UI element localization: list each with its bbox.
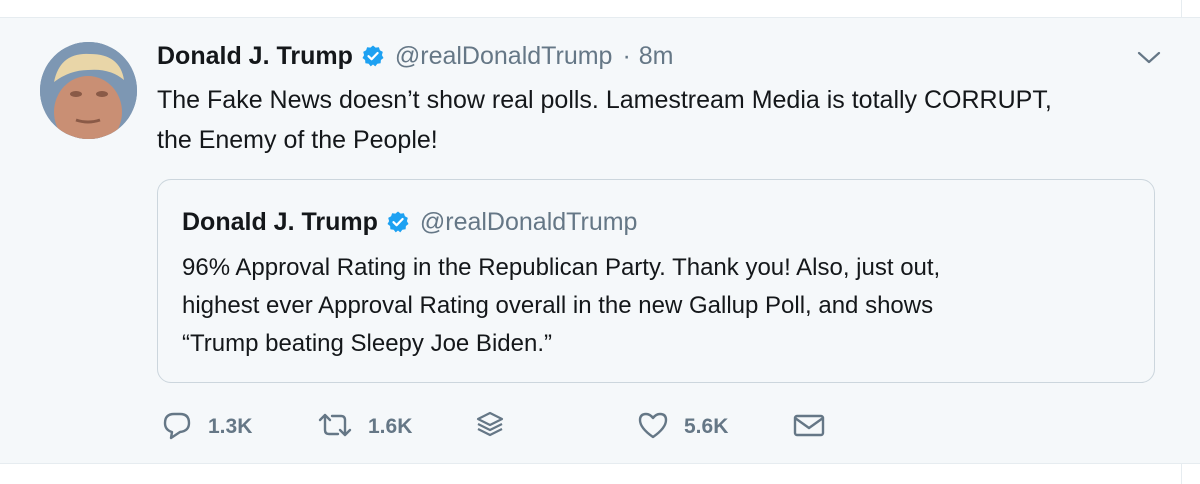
- quoted-tweet-text: 96% Approval Rating in the Republican Pa…: [182, 249, 1132, 363]
- previous-tweet-edge: [0, 0, 1200, 18]
- quoted-tweet-header: Donald J. Trump @realDonaldTrump: [182, 204, 637, 240]
- tweet-text: The Fake News doesn’t show real polls. L…: [157, 80, 1157, 160]
- quoted-author-handle: @realDonaldTrump: [419, 207, 638, 236]
- tweet-header: Donald J. Trump @realDonaldTrump · 8m: [157, 39, 674, 73]
- tweet-card[interactable]: Donald J. Trump @realDonaldTrump · 8m Th…: [0, 19, 1200, 463]
- stack-icon: [474, 408, 506, 447]
- separator-dot: ·: [622, 41, 631, 70]
- timestamp[interactable]: 8m: [639, 42, 674, 71]
- retweet-button[interactable]: 1.6K: [316, 407, 412, 447]
- verified-badge-icon: [361, 44, 385, 68]
- heart-icon: [636, 408, 670, 447]
- direct-message-button[interactable]: [792, 407, 826, 447]
- retweet-count: 1.6K: [368, 415, 413, 438]
- quoted-text-line: highest ever Approval Rating overall in …: [182, 292, 934, 319]
- next-tweet-edge: [0, 463, 1200, 484]
- retweet-icon: [316, 408, 354, 447]
- verified-badge-icon: [386, 210, 410, 234]
- reply-button[interactable]: 1.3K: [160, 407, 252, 447]
- quoted-tweet[interactable]: Donald J. Trump @realDonaldTrump 96% App…: [157, 179, 1155, 383]
- avatar[interactable]: [40, 42, 137, 139]
- quoted-text-line: 96% Approval Rating in the Republican Pa…: [182, 254, 941, 281]
- chevron-down-icon[interactable]: [1136, 49, 1162, 67]
- stack-button[interactable]: [474, 407, 506, 447]
- tweet-text-line: the Enemy of the People!: [157, 126, 438, 154]
- reply-count: 1.3K: [208, 415, 253, 438]
- author-handle[interactable]: @realDonaldTrump: [395, 42, 613, 71]
- envelope-icon: [792, 408, 826, 447]
- tweet-text-line: The Fake News doesn’t show real polls. L…: [157, 86, 1052, 114]
- reply-icon: [160, 408, 194, 447]
- quoted-author-name: Donald J. Trump: [182, 207, 378, 236]
- tweet-actions: 1.3K 1.6K 5.6K: [0, 407, 1200, 447]
- like-button[interactable]: 5.6K: [636, 407, 728, 447]
- author-name[interactable]: Donald J. Trump: [157, 42, 353, 71]
- like-count: 5.6K: [684, 415, 729, 438]
- quoted-text-line: “Trump beating Sleepy Joe Biden.”: [182, 330, 552, 357]
